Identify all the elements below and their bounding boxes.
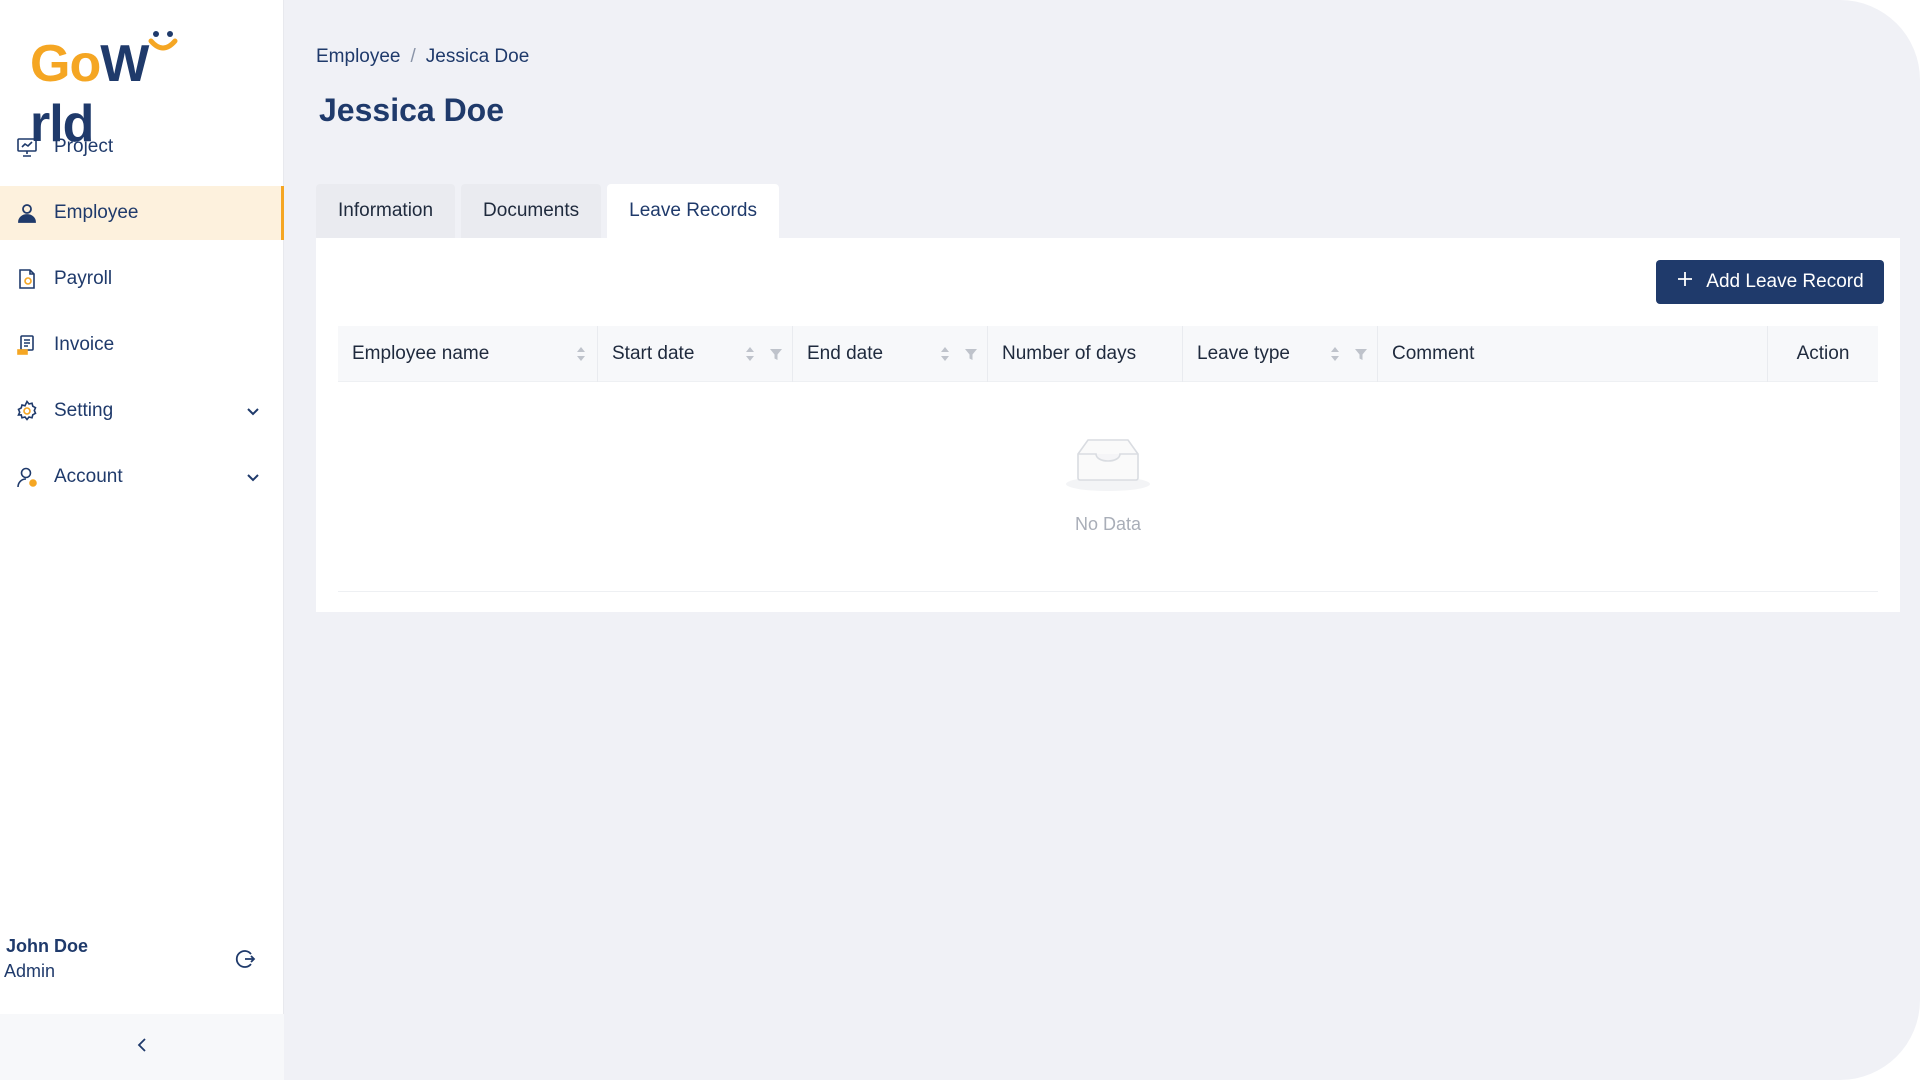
breadcrumb-separator: / — [410, 46, 416, 67]
table-empty-state: No Data — [338, 382, 1878, 592]
column-label: Employee name — [352, 343, 490, 364]
user-profile: John Doe Admin — [4, 936, 276, 996]
column-header-start-date[interactable]: Start date — [598, 326, 793, 382]
gear-icon — [16, 400, 38, 422]
column-label: Comment — [1392, 343, 1475, 364]
tab-bar: Information Documents Leave Records — [316, 184, 785, 238]
main-content: Employee / Jessica Doe Jessica Doe Informa… — [284, 0, 1920, 1080]
column-label: Start date — [612, 343, 695, 364]
add-leave-record-label: Add Leave Record — [1706, 271, 1864, 292]
sidebar-item-invoice[interactable]: Invoice — [0, 318, 284, 372]
sidebar-item-label: Invoice — [54, 334, 115, 355]
leave-records-panel: Add Leave Record Employee name Start dat… — [316, 238, 1900, 612]
table-header: Employee name Start date End date Number… — [338, 326, 1878, 382]
account-icon — [16, 466, 38, 488]
sidebar-item-setting[interactable]: Setting — [0, 384, 284, 438]
sidebar-item-label: Payroll — [54, 268, 113, 289]
column-label: End date — [807, 343, 884, 364]
sidebar-item-account[interactable]: Account — [0, 450, 284, 504]
leave-records-table: Employee name Start date End date Number… — [338, 326, 1878, 592]
invoice-icon — [16, 334, 38, 356]
filter-icon[interactable] — [768, 345, 784, 363]
goworld-logo[interactable]: GoW rld — [30, 31, 240, 153]
sidebar-nav: Project Employee Payroll Invoice Setting… — [0, 120, 284, 516]
chevron-left-icon — [134, 1036, 150, 1059]
sidebar-item-label: Employee — [54, 202, 139, 223]
smile-o-icon — [148, 31, 178, 81]
sort-icon[interactable] — [937, 345, 953, 363]
column-header-leave-type[interactable]: Leave type — [1183, 326, 1378, 382]
column-header-number-of-days: Number of days — [988, 326, 1183, 382]
no-data-text: No Data — [1074, 514, 1142, 534]
sidebar-item-payroll[interactable]: Payroll — [0, 252, 284, 306]
filter-icon[interactable] — [1353, 345, 1369, 363]
sidebar-item-label: Setting — [54, 400, 114, 421]
tab-documents[interactable]: Documents — [461, 184, 602, 238]
column-label: Number of days — [1002, 343, 1137, 364]
sidebar-item-project[interactable]: Project — [0, 120, 284, 174]
column-header-comment: Comment — [1378, 326, 1768, 382]
add-leave-record-button[interactable]: Add Leave Record — [1656, 260, 1884, 304]
payroll-doc-icon — [16, 268, 38, 290]
tab-information[interactable]: Information — [316, 184, 456, 238]
column-header-end-date[interactable]: End date — [793, 326, 988, 382]
plus-icon — [1676, 270, 1694, 294]
page-title: Jessica Doe — [319, 92, 505, 128]
tab-leave-records[interactable]: Leave Records — [607, 184, 779, 238]
sort-icon[interactable] — [1327, 345, 1343, 363]
column-header-employee-name[interactable]: Employee name — [338, 326, 598, 382]
sidebar-item-label: Account — [54, 466, 123, 487]
breadcrumb: Employee / Jessica Doe — [316, 46, 529, 68]
filter-icon[interactable] — [963, 345, 979, 363]
breadcrumb-current: Jessica Doe — [425, 46, 530, 67]
user-icon — [16, 202, 38, 224]
breadcrumb-link-employee[interactable]: Employee — [316, 46, 401, 67]
column-label: Action — [1796, 343, 1850, 364]
sidebar: GoW rld Project Employee Payroll Invoice… — [0, 0, 284, 1080]
empty-inbox-icon — [1064, 432, 1152, 497]
sidebar-item-label: Project — [54, 136, 114, 157]
presentation-icon — [16, 136, 38, 158]
logout-icon[interactable] — [234, 948, 256, 970]
sort-icon[interactable] — [573, 345, 589, 363]
column-label: Leave type — [1197, 343, 1290, 364]
collapse-sidebar-button[interactable] — [0, 1014, 284, 1080]
app-window: GoW rld Project Employee Payroll Invoice… — [0, 0, 1920, 1080]
sidebar-item-employee[interactable]: Employee — [0, 186, 284, 240]
column-header-action: Action — [1768, 326, 1878, 382]
sort-icon[interactable] — [742, 345, 758, 363]
chevron-down-icon[interactable] — [244, 468, 262, 486]
chevron-down-icon[interactable] — [244, 402, 262, 420]
